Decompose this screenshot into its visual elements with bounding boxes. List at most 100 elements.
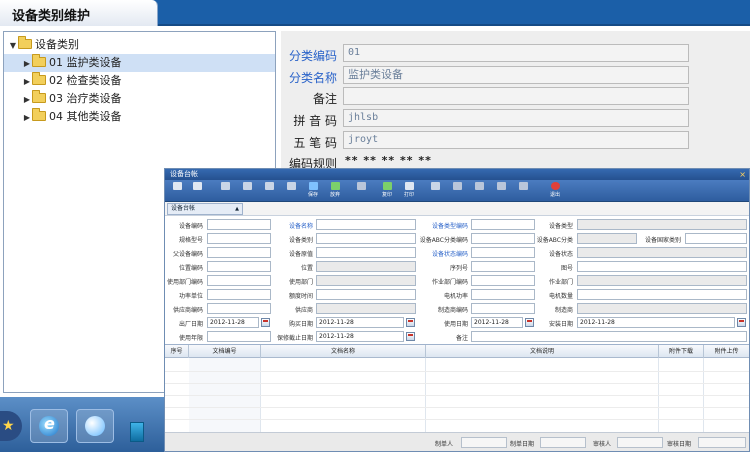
- edit-icon: [220, 182, 230, 190]
- up-button[interactable]: [469, 182, 489, 201]
- warranty-date-input[interactable]: 2012-11-28: [316, 331, 404, 342]
- calendar-icon[interactable]: [737, 318, 746, 327]
- auditor-footer-input[interactable]: [617, 437, 663, 448]
- power-unit-input[interactable]: [207, 289, 271, 300]
- grid-col-index[interactable]: 序号: [165, 345, 189, 358]
- service-years-input[interactable]: [207, 331, 271, 342]
- start-button[interactable]: ★: [0, 411, 22, 441]
- category-input[interactable]: [316, 233, 416, 244]
- check-button[interactable]: [237, 182, 257, 201]
- use-dept-code-input[interactable]: [207, 275, 271, 286]
- work-dept-input[interactable]: [577, 275, 747, 286]
- close-icon[interactable]: ×: [739, 169, 746, 180]
- abc-code-input[interactable]: [471, 233, 535, 244]
- equip-code-input[interactable]: [207, 219, 271, 230]
- wubi-input[interactable]: jroyt: [343, 131, 689, 149]
- equip-type-input[interactable]: [577, 219, 747, 230]
- copy-button[interactable]: 复印: [377, 182, 397, 201]
- last-button[interactable]: [513, 182, 533, 201]
- grid-col-upload[interactable]: 附件上传: [704, 345, 749, 358]
- import-button[interactable]: [281, 182, 301, 201]
- collapsed-icon[interactable]: ▶: [22, 55, 32, 73]
- app-taskbar-button[interactable]: [130, 422, 148, 444]
- grid-col-doc-no[interactable]: 文档编号: [189, 345, 261, 358]
- collapsed-icon[interactable]: ▶: [22, 91, 32, 109]
- find-button[interactable]: [425, 182, 445, 201]
- page-title-tab[interactable]: 设备类别维护: [0, 0, 158, 26]
- calendar-icon[interactable]: [406, 318, 415, 327]
- equip-name-input[interactable]: [316, 219, 416, 230]
- location-input[interactable]: [316, 261, 416, 272]
- work-dept-code-input[interactable]: [471, 275, 535, 286]
- doc-button[interactable]: [259, 182, 279, 201]
- code-input[interactable]: 01: [343, 44, 689, 62]
- save-button[interactable]: 保存: [303, 182, 323, 201]
- remark-input[interactable]: [471, 331, 747, 342]
- first-button[interactable]: [167, 182, 187, 201]
- model-input[interactable]: [207, 233, 271, 244]
- edit-button[interactable]: [215, 182, 235, 201]
- ie-taskbar-button[interactable]: [30, 409, 68, 443]
- parent-code-label: 父设备编码: [172, 251, 203, 258]
- calendar-icon[interactable]: [406, 332, 415, 341]
- note-input[interactable]: [343, 87, 689, 105]
- use-date-input[interactable]: 2012-11-28: [471, 317, 523, 328]
- doc-icon: [264, 182, 274, 190]
- tools-button[interactable]: [351, 182, 371, 201]
- motor-count-input[interactable]: [577, 289, 747, 300]
- location-code-input[interactable]: [207, 261, 271, 272]
- motor-power-input[interactable]: [471, 289, 535, 300]
- tab-equipment-ledger[interactable]: 设备台帐 ▲: [167, 203, 243, 215]
- down-button[interactable]: [491, 182, 511, 201]
- rated-time-input[interactable]: [316, 289, 416, 300]
- tree-item-exam[interactable]: ▶ 02 检查类设备: [4, 72, 275, 90]
- name-input[interactable]: 监护类设备: [343, 66, 689, 84]
- prev-button[interactable]: [447, 182, 467, 201]
- grid-col-doc-name[interactable]: 文档名称: [261, 345, 426, 358]
- collapsed-icon[interactable]: ▶: [22, 109, 32, 127]
- install-date-input[interactable]: 2012-11-28: [577, 317, 735, 328]
- grid-col-doc-desc[interactable]: 文档说明: [426, 345, 659, 358]
- make-date-footer-input[interactable]: [540, 437, 586, 448]
- equip-type-code-input[interactable]: [471, 219, 535, 230]
- grid-col-download[interactable]: 附件下载: [659, 345, 704, 358]
- factory-date-input[interactable]: 2012-11-28: [207, 317, 259, 328]
- supplier-input[interactable]: [316, 303, 416, 314]
- chat-icon: [85, 416, 105, 436]
- name-row: 分类名称 监护类设备: [281, 66, 750, 88]
- maker-code-input[interactable]: [471, 303, 535, 314]
- audit-date-footer-input[interactable]: [698, 437, 746, 448]
- maker-input[interactable]: [577, 303, 747, 314]
- exit-button[interactable]: 退出: [545, 182, 565, 201]
- messenger-taskbar-button[interactable]: [76, 409, 114, 443]
- wubi-label: 五 笔 码: [293, 136, 337, 150]
- next-button[interactable]: [187, 182, 207, 201]
- drawing-input[interactable]: [577, 261, 747, 272]
- parent-code-input[interactable]: [207, 247, 271, 258]
- print-button[interactable]: 打印: [399, 182, 419, 201]
- tools-icon: [356, 182, 366, 190]
- pinyin-input[interactable]: jhlsb: [343, 109, 689, 127]
- maker-footer-input[interactable]: [461, 437, 507, 448]
- tree-root[interactable]: ▼ 设备类别: [4, 36, 275, 54]
- equip-name-label: 设备名称: [288, 223, 313, 230]
- status-input[interactable]: [577, 247, 747, 258]
- abc-input[interactable]: [577, 233, 637, 244]
- cancel-button[interactable]: 放弃: [325, 182, 345, 201]
- expanded-icon[interactable]: ▼: [8, 37, 18, 55]
- status-code-input[interactable]: [471, 247, 535, 258]
- purchase-date-input[interactable]: 2012-11-28: [316, 317, 404, 328]
- country-category-input[interactable]: [685, 233, 747, 244]
- status-code-label: 设备状态编码: [431, 251, 468, 258]
- collapsed-icon[interactable]: ▶: [22, 73, 32, 91]
- use-dept-input[interactable]: [316, 275, 416, 286]
- tree-item-therapy[interactable]: ▶ 03 治疗类设备: [4, 90, 275, 108]
- tree-item-monitor[interactable]: ▶ 01 监护类设备: [4, 54, 275, 72]
- serial-input[interactable]: [471, 261, 535, 272]
- supplier-code-input[interactable]: [207, 303, 271, 314]
- calendar-icon[interactable]: [261, 318, 270, 327]
- orig-value-input[interactable]: [316, 247, 416, 258]
- prev-icon: [452, 182, 462, 190]
- tree-item-other[interactable]: ▶ 04 其他类设备: [4, 108, 275, 126]
- calendar-icon[interactable]: [525, 318, 534, 327]
